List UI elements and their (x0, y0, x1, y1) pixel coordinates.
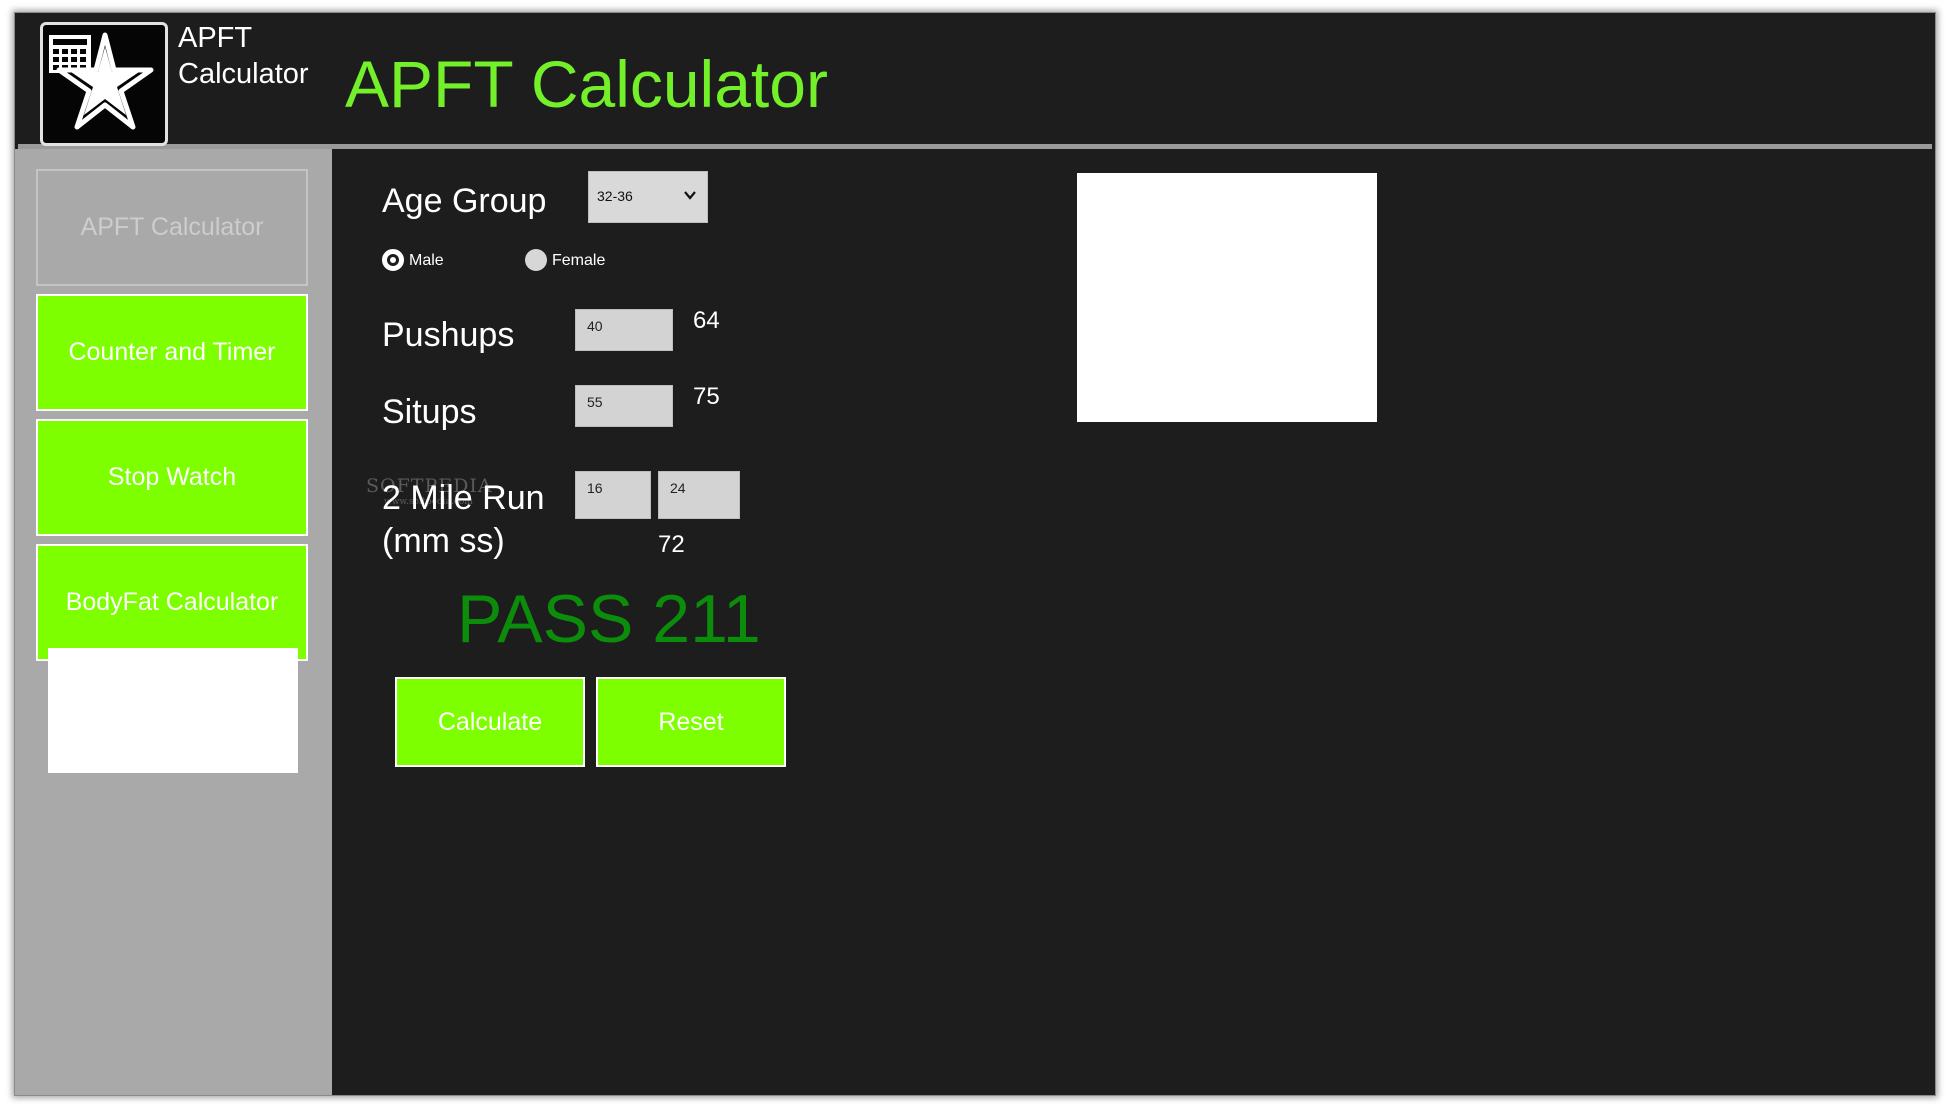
app-name-line2: Calculator (178, 58, 309, 90)
female-radio[interactable] (525, 249, 547, 271)
situps-score: 75 (693, 383, 720, 410)
ad-placeholder-left (48, 648, 298, 773)
pushups-label: Pushups (382, 316, 515, 354)
chevron-down-icon (683, 188, 697, 205)
app-name-line1: APFT (178, 22, 253, 54)
situps-value: 55 (587, 394, 603, 410)
calculate-button[interactable]: Calculate (395, 677, 585, 767)
run-label-line1: 2 Mile Run (382, 479, 545, 517)
calculator-star-icon (40, 22, 168, 146)
ad-placeholder-right (1077, 173, 1377, 422)
sidebar: APFT Calculator Counter and Timer Stop W… (15, 149, 332, 1095)
pushups-value: 40 (587, 318, 603, 334)
run-score: 72 (658, 531, 685, 558)
male-radio[interactable] (382, 249, 404, 271)
age-group-label: Age Group (382, 182, 547, 220)
female-label: Female (552, 252, 606, 269)
nav-counter-timer-button[interactable]: Counter and Timer (36, 294, 308, 411)
app-window: APFT Calculator APFT Calculator APFT Cal… (14, 12, 1936, 1096)
run-seconds-value: 24 (670, 480, 686, 496)
situps-input[interactable]: 55 (575, 385, 673, 427)
nav-stop-watch-button[interactable]: Stop Watch (36, 419, 308, 536)
reset-button[interactable]: Reset (596, 677, 786, 767)
page-title: APFT Calculator (345, 47, 828, 121)
age-group-select[interactable]: 32-36 (588, 171, 708, 223)
run-minutes-value: 16 (587, 480, 603, 496)
run-minutes-input[interactable]: 16 (575, 471, 651, 519)
pushups-score: 64 (693, 307, 720, 334)
nav-apft-calculator-button[interactable]: APFT Calculator (36, 169, 308, 286)
app-name: APFT Calculator (178, 20, 309, 92)
pushups-input[interactable]: 40 (575, 309, 673, 351)
situps-label: Situps (382, 393, 477, 431)
age-group-value: 32-36 (597, 188, 633, 204)
result-status: PASS 211 (457, 581, 761, 657)
app-header: APFT Calculator APFT Calculator (18, 16, 1932, 149)
run-seconds-input[interactable]: 24 (658, 471, 740, 519)
nav-bodyfat-calculator-button[interactable]: BodyFat Calculator (36, 544, 308, 661)
male-label: Male (409, 252, 444, 269)
run-label-line2: (mm ss) (382, 522, 505, 560)
apft-form: Age Group 32-36 Male Female Pushups 40 6… (332, 149, 1935, 1095)
